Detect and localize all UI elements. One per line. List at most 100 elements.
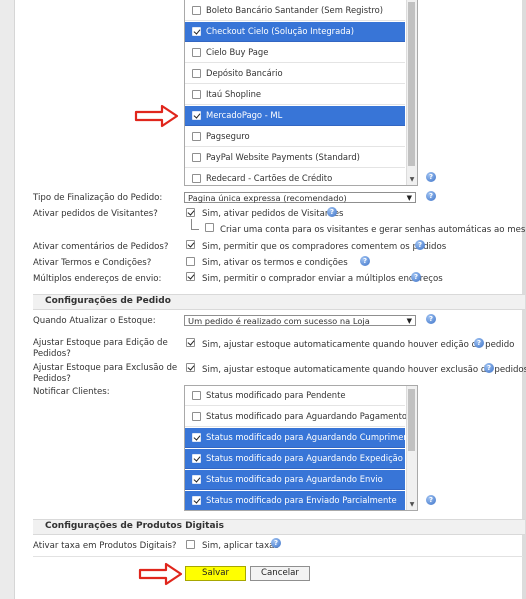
list-item[interactable]: Checkout Cielo (Solução Integrada) bbox=[185, 22, 405, 42]
help-icon[interactable]: ? bbox=[415, 240, 425, 250]
terms-checkbox[interactable] bbox=[186, 257, 195, 266]
adjust-delete-check-text: Sim, ajustar estoque automaticamente qua… bbox=[202, 365, 526, 375]
adjust-edit-label-line2: Pedidos? bbox=[33, 349, 71, 359]
guests-checkbox[interactable] bbox=[186, 208, 195, 217]
list-scrollbar[interactable]: ▼ bbox=[406, 386, 417, 510]
comments-check-text: Sim, permitir que os compradores comente… bbox=[202, 242, 447, 252]
help-icon[interactable]: ? bbox=[426, 495, 436, 505]
help-icon[interactable]: ? bbox=[271, 538, 281, 548]
stock-update-select[interactable]: Um pedido é realizado com sucesso na Loj… bbox=[184, 315, 416, 326]
multi-address-check-text: Sim, permitir o comprador enviar a múlti… bbox=[202, 274, 443, 284]
option-label: Depósito Bancário bbox=[206, 68, 283, 78]
divider bbox=[33, 556, 523, 557]
chevron-down-icon: ▼ bbox=[406, 317, 412, 325]
checkbox[interactable] bbox=[192, 391, 201, 400]
list-scrollbar[interactable]: ▼ bbox=[406, 0, 417, 185]
list-item[interactable]: Status modificado para Enviado Parcialme… bbox=[185, 491, 405, 510]
adjust-edit-check-text: Sim, ajustar estoque automaticamente qua… bbox=[202, 340, 515, 350]
option-label: Boleto Bancário Santander (Sem Registro) bbox=[206, 5, 384, 15]
notify-customers-listbox[interactable]: Status modificado para Pendente Status m… bbox=[184, 385, 418, 511]
option-label: Status modificado para Aguardando Cumpri… bbox=[206, 432, 418, 442]
terms-check-text: Sim, ativar os termos e condições bbox=[202, 258, 348, 268]
list-item[interactable]: Status modificado para Aguardando Envio bbox=[185, 470, 405, 490]
cancel-button[interactable]: Cancelar bbox=[250, 566, 310, 581]
scroll-down-arrow-icon[interactable]: ▼ bbox=[407, 175, 417, 184]
option-label: Checkout Cielo (Solução Integrada) bbox=[206, 26, 354, 36]
digital-fee-label: Ativar taxa em Produtos Digitais? bbox=[33, 541, 177, 551]
scroll-down-arrow-icon[interactable]: ▼ bbox=[407, 500, 417, 509]
option-label: Cielo Buy Page bbox=[206, 47, 269, 57]
list-item[interactable]: Depósito Bancário bbox=[185, 64, 405, 84]
list-item[interactable]: PayPal Website Payments (Standard) bbox=[185, 148, 405, 168]
checkbox[interactable] bbox=[192, 153, 201, 162]
list-item[interactable]: Status modificado para Pendente bbox=[185, 386, 405, 406]
checkbox[interactable] bbox=[192, 174, 201, 183]
adjust-delete-label-line1: Ajustar Estoque para Exclusão de bbox=[33, 363, 178, 373]
checkbox[interactable] bbox=[192, 69, 201, 78]
help-icon[interactable]: ? bbox=[426, 191, 436, 201]
list-item[interactable]: Status modificado para Aguardando Pagame… bbox=[185, 407, 407, 427]
select-value: Um pedido é realizado com sucesso na Loj… bbox=[188, 316, 370, 326]
checkbox[interactable] bbox=[192, 433, 201, 442]
checkbox[interactable] bbox=[192, 475, 201, 484]
help-icon[interactable]: ? bbox=[411, 272, 421, 282]
comments-checkbox[interactable] bbox=[186, 240, 195, 249]
option-label: Redecard - Cartões de Crédito bbox=[206, 173, 333, 183]
option-label: Status modificado para Aguardando Pagame… bbox=[206, 411, 407, 421]
checkbox[interactable] bbox=[192, 412, 201, 421]
option-label: Status modificado para Aguardando Expedi… bbox=[206, 453, 403, 463]
help-icon[interactable]: ? bbox=[327, 207, 337, 217]
red-arrow-icon bbox=[138, 562, 183, 586]
list-item[interactable]: Cielo Buy Page bbox=[185, 43, 405, 63]
stock-update-label: Quando Atualizar o Estoque: bbox=[33, 316, 156, 326]
list-item[interactable]: Status modificado para Aguardando Expedi… bbox=[185, 449, 405, 469]
help-icon[interactable]: ? bbox=[474, 338, 484, 348]
finalization-label: Tipo de Finalização do Pedido: bbox=[33, 193, 163, 203]
checkbox[interactable] bbox=[192, 27, 201, 36]
finalization-select[interactable]: Pagina única expressa (recomendado) ▼ bbox=[184, 192, 416, 203]
list-item[interactable]: Boleto Bancário Santander (Sem Registro) bbox=[185, 1, 405, 21]
digital-products-section-header: Configurações de Produtos Digitais bbox=[33, 519, 525, 535]
save-button[interactable]: Salvar bbox=[185, 566, 246, 581]
option-label: Status modificado para Enviado Parcialme… bbox=[206, 495, 397, 505]
checkbox[interactable] bbox=[192, 48, 201, 57]
checkbox[interactable] bbox=[192, 6, 201, 15]
scrollbar-thumb[interactable] bbox=[408, 2, 415, 166]
option-label: Status modificado para Pendente bbox=[206, 390, 346, 400]
payment-methods-listbox[interactable]: Boleto Bancário Santander (Sem Registro)… bbox=[184, 0, 418, 186]
help-icon[interactable]: ? bbox=[484, 363, 494, 373]
list-item[interactable]: MercadoPago - ML bbox=[185, 106, 405, 126]
chevron-down-icon: ▼ bbox=[406, 194, 412, 202]
list-item[interactable]: Redecard - Cartões de Crédito bbox=[185, 169, 405, 185]
guests-account-checkbox[interactable] bbox=[205, 223, 214, 232]
adjust-delete-checkbox[interactable] bbox=[186, 363, 195, 372]
checkbox[interactable] bbox=[192, 496, 201, 505]
adjust-edit-label-line1: Ajustar Estoque para Edição de bbox=[33, 338, 168, 348]
select-value: Pagina única expressa (recomendado) bbox=[188, 193, 347, 203]
list-item[interactable]: Status modificado para Aguardando Cumpri… bbox=[185, 428, 417, 448]
section-title: Configurações de Pedido bbox=[45, 296, 171, 306]
list-item[interactable]: Pagseguro bbox=[185, 127, 405, 147]
help-icon[interactable]: ? bbox=[360, 256, 370, 266]
scrollbar-thumb[interactable] bbox=[408, 389, 415, 451]
option-label: Pagseguro bbox=[206, 131, 250, 141]
list-item[interactable]: Itaú Shopline bbox=[185, 85, 405, 105]
section-title: Configurações de Produtos Digitais bbox=[45, 521, 224, 531]
multi-address-label: Múltiplos endereços de envio: bbox=[33, 274, 162, 284]
digital-fee-checkbox[interactable] bbox=[186, 540, 195, 549]
guests-label: Ativar pedidos de Visitantes? bbox=[33, 209, 158, 219]
comments-label: Ativar comentários de Pedidos? bbox=[33, 242, 169, 252]
terms-label: Ativar Termos e Condições? bbox=[33, 258, 152, 268]
guests-check-text: Sim, ativar pedidos de Visitantes bbox=[202, 209, 344, 219]
multi-address-checkbox[interactable] bbox=[186, 272, 195, 281]
checkbox[interactable] bbox=[192, 111, 201, 120]
adjust-edit-checkbox[interactable] bbox=[186, 338, 195, 347]
adjust-delete-label-line2: Pedidos? bbox=[33, 374, 71, 384]
checkbox[interactable] bbox=[192, 90, 201, 99]
tree-connector bbox=[191, 219, 199, 230]
checkbox[interactable] bbox=[192, 132, 201, 141]
help-icon[interactable]: ? bbox=[426, 314, 436, 324]
option-label: MercadoPago - ML bbox=[206, 110, 283, 120]
checkbox[interactable] bbox=[192, 454, 201, 463]
help-icon[interactable]: ? bbox=[426, 172, 436, 182]
